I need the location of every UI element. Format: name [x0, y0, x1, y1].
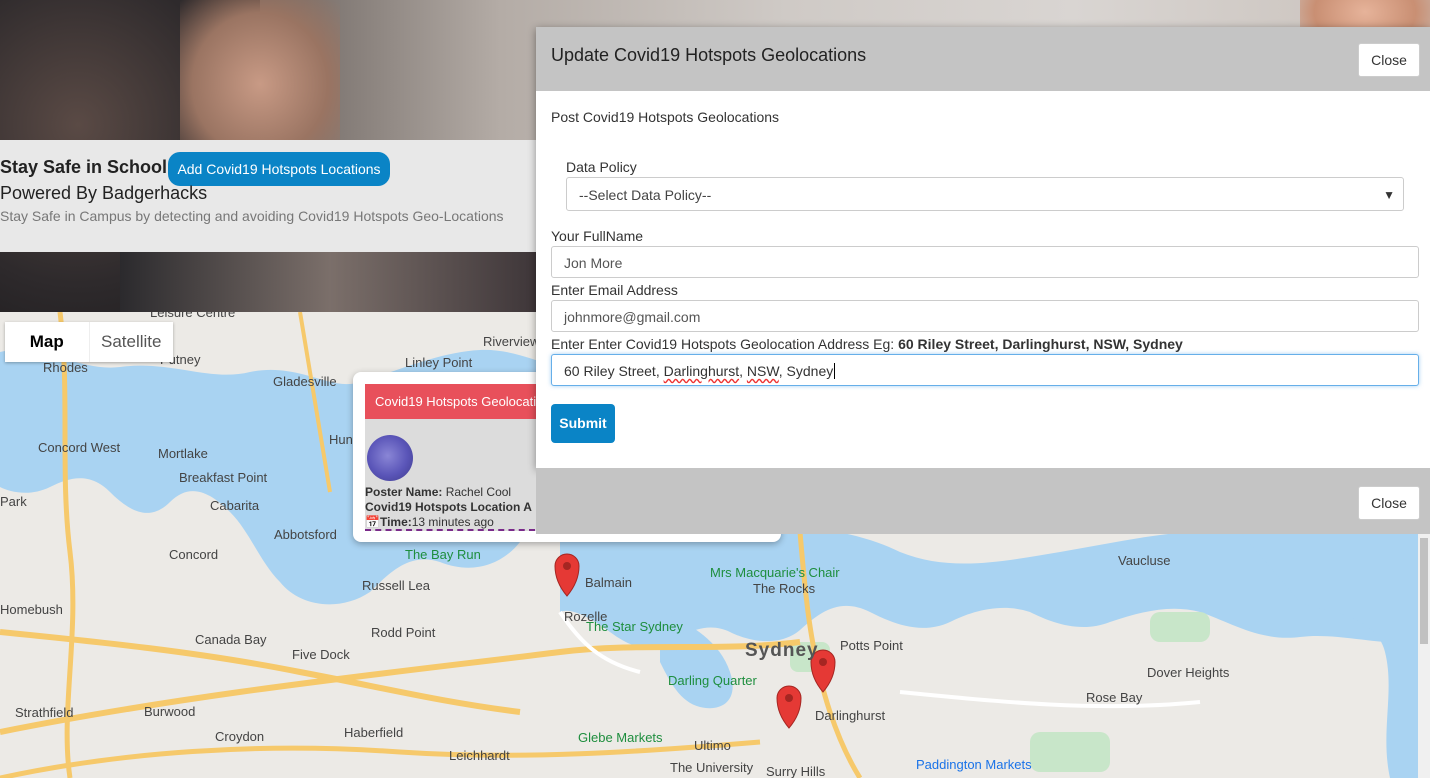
data-policy-select[interactable]: --Select Data Policy-- ▼	[566, 177, 1404, 211]
map-label: The Rocks	[753, 581, 816, 596]
map-label: Linley Point	[405, 355, 473, 370]
address-label: Enter Enter Covid19 Hotspots Geolocation…	[551, 336, 1183, 352]
address-example: 60 Riley Street, Darlinghurst, NSW, Sydn…	[898, 336, 1183, 352]
address-part: ,	[739, 363, 747, 379]
address-part: 60 Riley Street,	[564, 363, 664, 379]
map-label: Burwood	[144, 704, 196, 719]
email-input[interactable]: johnmore@gmail.com	[551, 300, 1419, 332]
map-label: The University	[670, 760, 754, 775]
scrollbar-thumb[interactable]	[1420, 538, 1428, 644]
map-label: Mrs Macquarie's Chair	[710, 565, 840, 580]
address-part: , Sydney	[778, 363, 834, 379]
map-label: Surry Hills	[766, 764, 826, 778]
modal-footer: Close	[536, 468, 1430, 534]
map-label: Rhodes	[43, 360, 88, 375]
map-road-7	[899, 690, 1201, 709]
map-label: Darling Quarter	[668, 673, 757, 688]
modal-header: Update Covid19 Hotspots Geolocations Clo…	[536, 27, 1430, 91]
info-time-label: Time:	[379, 515, 412, 529]
map-label: Cabarita	[210, 498, 260, 513]
hotspot-marker-3	[776, 685, 802, 729]
hero-powered-by: Powered By Badgerhacks	[0, 183, 208, 203]
info-location: Covid19 Hotspots Location A	[365, 500, 532, 514]
map-type-control: Map Satellite	[5, 322, 173, 362]
map-label: Canada Bay	[195, 632, 267, 647]
map-label: Five Dock	[292, 647, 350, 662]
footer-close-button[interactable]: Close	[1358, 486, 1420, 520]
map-label: Rodd Point	[371, 625, 436, 640]
map-label: Concord	[169, 547, 219, 562]
map-label: Mortlake	[158, 446, 208, 461]
map-label: Homebush	[0, 602, 63, 617]
map-label: Russell Lea	[362, 578, 430, 593]
data-policy-label: Data Policy	[566, 159, 637, 175]
email-label: Enter Email Address	[551, 282, 678, 298]
info-time: 📅Time:13 minutes ago	[365, 515, 494, 529]
text-cursor: ​	[834, 363, 836, 379]
submit-button[interactable]: Submit	[551, 404, 615, 443]
map-label: Leisure Centre	[150, 312, 236, 320]
map-label: Darlinghurst	[815, 708, 886, 723]
page-scrollbar[interactable]	[1418, 534, 1430, 778]
map-label: Potts Point	[840, 638, 903, 653]
map-water-east	[1240, 512, 1430, 778]
map-label: Ultimo	[694, 738, 731, 753]
address-part-spellcheck: NSW	[746, 363, 779, 379]
info-poster-label: Poster Name:	[365, 485, 443, 499]
address-part-spellcheck: Darlinghurst	[663, 363, 740, 379]
map-type-satellite-button[interactable]: Satellite	[90, 322, 174, 362]
map-label: Glebe Markets	[578, 730, 663, 745]
map-park-3	[1030, 732, 1110, 772]
map-label: Riverview	[483, 334, 540, 349]
hero-photo-bottom	[120, 252, 540, 312]
map-type-map-button[interactable]: Map	[5, 322, 90, 362]
map-label: Abbotsford	[274, 527, 337, 542]
modal-title: Update Covid19 Hotspots Geolocations	[551, 45, 867, 65]
map-park-1	[1150, 612, 1210, 642]
map-label: Rose Bay	[1086, 690, 1143, 705]
chevron-down-icon: ▼	[1383, 188, 1395, 202]
info-divider	[365, 529, 535, 531]
hero-photo-hand	[180, 0, 340, 140]
map-label: Croydon	[215, 729, 265, 744]
map-label: Balmain	[585, 575, 632, 590]
map-label: Sydney	[745, 640, 819, 661]
add-hotspot-button[interactable]: Add Covid19 Hotspots Locations	[168, 152, 390, 186]
calendar-icon: 📅	[365, 515, 380, 529]
virus-icon	[367, 435, 413, 481]
map-label: Concord West	[38, 440, 121, 455]
fullname-label: Your FullName	[551, 228, 644, 244]
map-label: Park	[0, 494, 27, 509]
info-time-value: 13 minutes ago	[411, 515, 494, 529]
hero-description: Stay Safe in Campus by detecting and avo…	[0, 208, 504, 224]
map-label: Dover Heights	[1147, 665, 1230, 680]
update-hotspot-modal: Update Covid19 Hotspots Geolocations Clo…	[536, 27, 1430, 468]
hero-title: Stay Safe in School	[0, 157, 168, 177]
map-label: Strathfield	[15, 705, 74, 720]
address-label-text: Enter Enter Covid19 Hotspots Geolocation…	[551, 336, 895, 352]
map-label: The Star Sydney	[586, 619, 683, 634]
map-label: The Bay Run	[405, 547, 481, 562]
map-label: Breakfast Point	[179, 470, 268, 485]
fullname-input[interactable]: Jon More	[551, 246, 1419, 278]
map-label: Leichhardt	[449, 748, 510, 763]
info-poster-name: Rachel Cool	[445, 485, 512, 499]
map-label: Hun	[329, 432, 353, 447]
map-road-a22	[0, 739, 761, 778]
map-label: Gladesville	[273, 374, 337, 389]
map-label: Vaucluse	[1118, 553, 1171, 568]
modal-close-button[interactable]: Close	[1358, 43, 1420, 77]
map-label: Paddington Markets	[916, 757, 1032, 772]
modal-subtitle: Post Covid19 Hotspots Geolocations	[551, 109, 780, 125]
address-input[interactable]: 60 Riley Street, Darlinghurst, NSW, Sydn…	[551, 354, 1419, 386]
map-label: Haberfield	[344, 725, 404, 740]
info-poster: Poster Name: Rachel Cool	[365, 485, 511, 499]
data-policy-value: --Select Data Policy--	[579, 187, 712, 203]
